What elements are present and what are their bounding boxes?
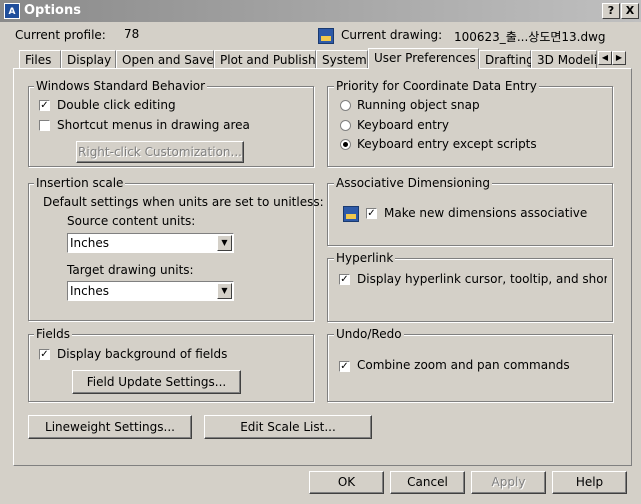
current-drawing-label: Current drawing: — [341, 28, 443, 42]
double-click-editing-label: Double click editing — [57, 98, 176, 112]
source-content-units-label: Source content units: — [67, 214, 196, 228]
tab-scroll-left-icon[interactable]: ◀ — [598, 51, 612, 65]
combine-zoom-pan-label: Combine zoom and pan commands — [357, 358, 570, 372]
title-bar: A Options ? X — [0, 0, 641, 22]
make-dimensions-associative-label: Make new dimensions associative — [384, 206, 588, 220]
tab-scroll-right-icon[interactable]: ▶ — [612, 51, 626, 65]
tab-display[interactable]: Display — [61, 50, 116, 68]
target-drawing-units-select[interactable]: Inches ▼ — [67, 281, 234, 301]
shortcut-menus-label: Shortcut menus in drawing area — [57, 118, 250, 132]
make-dimensions-associative-checkbox[interactable]: ✓ — [366, 208, 377, 219]
autocad-app-icon: A — [4, 3, 20, 19]
tab-open-and-save[interactable]: Open and Save — [116, 50, 214, 68]
associative-dimensioning-title: Associative Dimensioning — [334, 176, 493, 190]
windows-standard-behavior-title: Windows Standard Behavior — [34, 79, 208, 93]
chevron-down-icon[interactable]: ▼ — [217, 235, 232, 251]
keyboard-entry-except-scripts-radio[interactable] — [340, 139, 351, 150]
shortcut-menus-checkbox[interactable] — [39, 120, 50, 131]
tab-files[interactable]: Files — [19, 50, 61, 68]
chevron-down-icon[interactable]: ▼ — [217, 283, 232, 299]
running-object-snap-radio[interactable] — [340, 100, 351, 111]
undo-redo-title: Undo/Redo — [334, 327, 404, 341]
priority-coordinate-title: Priority for Coordinate Data Entry — [334, 79, 539, 93]
window-title: Options — [24, 3, 81, 18]
insertion-scale-description: Default settings when units are set to u… — [43, 195, 324, 209]
field-update-settings-button[interactable]: Field Update Settings... — [72, 370, 241, 394]
current-profile-value: 78 — [124, 27, 140, 41]
source-content-units-value: Inches — [70, 236, 109, 250]
combine-zoom-pan-checkbox[interactable]: ✓ — [339, 361, 350, 372]
keyboard-entry-radio[interactable] — [340, 120, 351, 131]
help-title-button[interactable]: ? — [602, 3, 620, 19]
tab-3d-modeling[interactable]: 3D Modeling — [531, 50, 597, 68]
tab-system[interactable]: System — [316, 50, 368, 68]
current-drawing-value: 100623_출...상도면13.dwg — [454, 30, 606, 44]
tab-drafting[interactable]: Drafting — [479, 50, 534, 68]
tab-user-preferences[interactable]: User Preferences — [368, 48, 479, 69]
display-background-label: Display background of fields — [57, 347, 228, 361]
fields-title: Fields — [34, 327, 72, 341]
source-content-units-select[interactable]: Inches ▼ — [67, 233, 234, 253]
cancel-button[interactable]: Cancel — [390, 471, 465, 494]
right-click-customization-button[interactable]: Right-click Customization... — [76, 141, 244, 163]
target-drawing-units-value: Inches — [70, 284, 109, 298]
close-button[interactable]: X — [621, 3, 639, 19]
keyboard-entry-label: Keyboard entry — [357, 118, 449, 132]
edit-scale-list-button[interactable]: Edit Scale List... — [204, 415, 372, 439]
display-hyperlink-cursor-label: Display hyperlink cursor, tooltip, and s… — [357, 272, 607, 286]
keyboard-entry-except-scripts-label: Keyboard entry except scripts — [357, 137, 537, 151]
lineweight-settings-button[interactable]: Lineweight Settings... — [28, 415, 192, 439]
current-profile-label: Current profile: — [15, 28, 106, 42]
running-object-snap-label: Running object snap — [357, 98, 480, 112]
ok-button[interactable]: OK — [309, 471, 384, 494]
insertion-scale-title: Insertion scale — [34, 176, 126, 190]
help-button[interactable]: Help — [552, 471, 627, 494]
drawing-file-icon — [318, 28, 334, 44]
display-hyperlink-cursor-checkbox[interactable]: ✓ — [339, 274, 350, 285]
display-background-checkbox[interactable]: ✓ — [39, 349, 50, 360]
apply-button[interactable]: Apply — [471, 471, 546, 494]
associative-dimension-icon — [343, 206, 359, 222]
double-click-editing-checkbox[interactable]: ✓ — [39, 100, 50, 111]
target-drawing-units-label: Target drawing units: — [67, 263, 194, 277]
tab-plot-and-publish[interactable]: Plot and Publish — [214, 50, 316, 68]
hyperlink-group — [327, 258, 613, 322]
hyperlink-title: Hyperlink — [334, 251, 396, 265]
